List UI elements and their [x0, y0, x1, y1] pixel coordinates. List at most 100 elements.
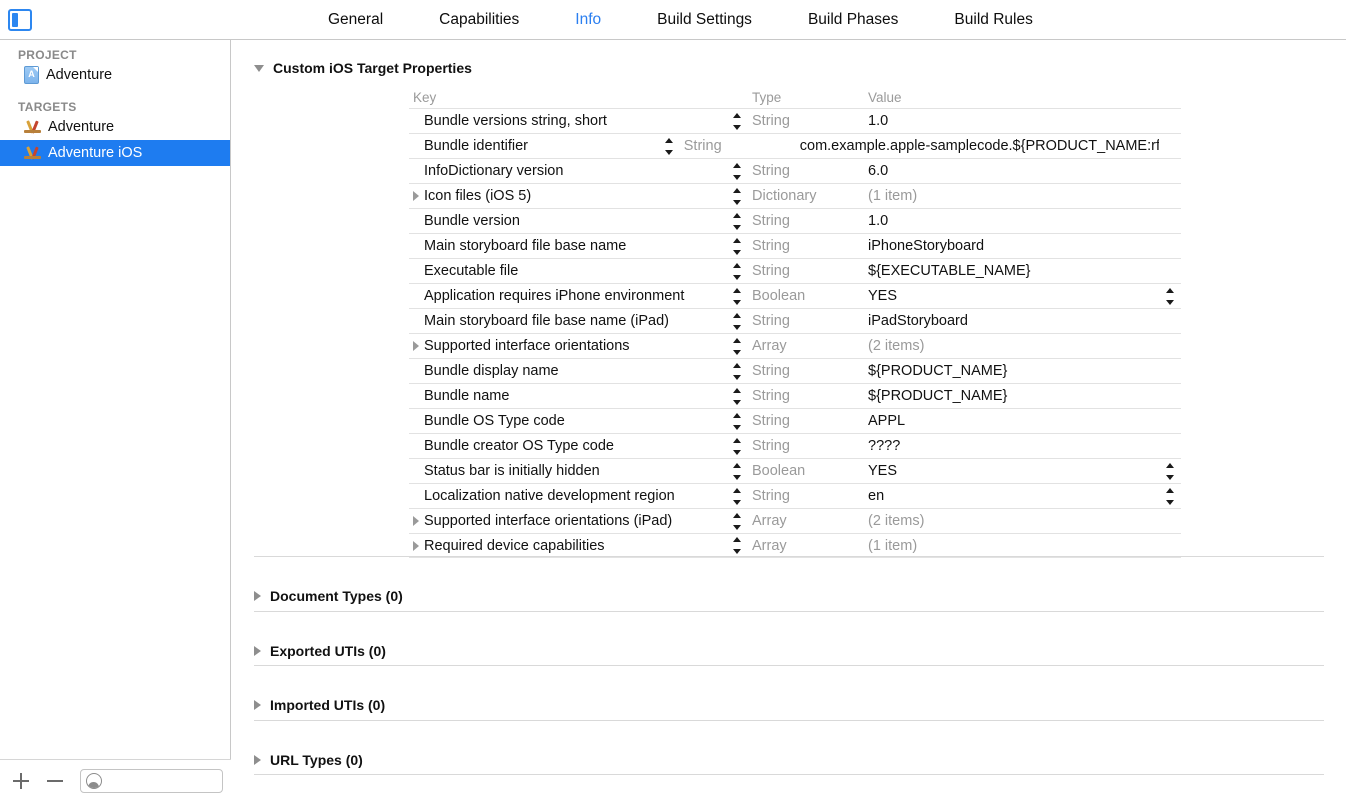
cell-value[interactable]: 6.0 [864, 163, 1159, 179]
table-row[interactable]: Main storyboard file base name (iPad) Str… [409, 308, 1181, 333]
cell-type[interactable]: Array [748, 538, 864, 554]
sidebar-item-project-0[interactable]: Adventure [0, 62, 230, 88]
value-stepper[interactable] [1159, 487, 1181, 505]
cell-value[interactable]: (2 items) [864, 513, 1159, 529]
disclosure-triangle-right-icon[interactable] [254, 645, 261, 656]
table-row[interactable]: Executable file String ${EXECUTABLE_NAME} [409, 258, 1181, 283]
section-document-types-0[interactable]: Document Types (0) [232, 583, 403, 609]
key-stepper[interactable] [726, 362, 748, 380]
table-row[interactable]: Supported interface orientations Array (2 … [409, 333, 1181, 358]
key-stepper[interactable] [726, 287, 748, 305]
disclosure-triangle-right-icon[interactable] [254, 754, 261, 765]
disclosure-triangle-down-icon[interactable] [254, 64, 264, 72]
table-row[interactable]: Application requires iPhone environment B… [409, 283, 1181, 308]
section-exported-utis-0[interactable]: Exported UTIs (0) [232, 638, 386, 664]
tab-general[interactable]: General [300, 0, 411, 40]
section-imported-utis-0[interactable]: Imported UTIs (0) [232, 692, 385, 718]
table-row[interactable]: Bundle version String 1.0 [409, 208, 1181, 233]
table-row[interactable]: Icon files (iOS 5) Dictionary (1 item) [409, 183, 1181, 208]
value-stepper[interactable] [1159, 462, 1181, 480]
cell-type[interactable]: Boolean [748, 288, 864, 304]
cell-value[interactable]: ${PRODUCT_NAME} [864, 363, 1159, 379]
remove-target-button[interactable] [42, 768, 68, 794]
table-row[interactable]: Supported interface orientations (iPad) A… [409, 508, 1181, 533]
key-stepper[interactable] [726, 512, 748, 530]
cell-type[interactable]: String [748, 413, 864, 429]
cell-value[interactable]: (2 items) [864, 338, 1159, 354]
navigator-panel-toggle-icon[interactable] [8, 9, 32, 31]
cell-type[interactable]: Array [748, 338, 864, 354]
disclosure-triangle-right-icon[interactable] [413, 516, 419, 526]
key-stepper[interactable] [726, 162, 748, 180]
filter-input[interactable] [106, 773, 218, 788]
cell-value[interactable]: com.example.apple-samplecode.${PRODUCT_N… [796, 138, 1159, 154]
disclosure-triangle-right-icon[interactable] [413, 341, 419, 351]
table-row[interactable]: Localization native development region St… [409, 483, 1181, 508]
cell-type[interactable]: String [748, 363, 864, 379]
cell-type[interactable]: String [748, 213, 864, 229]
key-stepper[interactable] [726, 187, 748, 205]
cell-value[interactable]: (1 item) [864, 188, 1159, 204]
cell-value[interactable]: YES [864, 463, 1159, 479]
disclosure-triangle-right-icon[interactable] [254, 700, 261, 710]
table-row[interactable]: Main storyboard file base name String iPho… [409, 233, 1181, 258]
cell-value[interactable]: en [864, 488, 1159, 504]
cell-value[interactable]: 1.0 [864, 213, 1159, 229]
key-stepper[interactable] [726, 437, 748, 455]
table-row[interactable]: Bundle creator OS Type code String???? [409, 433, 1181, 458]
add-target-button[interactable] [8, 768, 34, 794]
value-stepper[interactable] [1159, 287, 1181, 305]
cell-type[interactable]: String [748, 438, 864, 454]
cell-value[interactable]: YES [864, 288, 1159, 304]
cell-type[interactable]: String [748, 113, 864, 129]
cell-type[interactable]: String [748, 388, 864, 404]
cell-value[interactable]: ???? [864, 438, 1159, 454]
key-stepper[interactable] [726, 487, 748, 505]
key-stepper[interactable] [726, 262, 748, 280]
section-custom-ios-target-properties[interactable]: Custom iOS Target Properties [232, 55, 472, 81]
key-stepper[interactable] [726, 312, 748, 330]
disclosure-triangle-right-icon[interactable] [254, 591, 261, 601]
cell-value[interactable]: (1 item) [864, 538, 1159, 554]
table-row[interactable]: Bundle display name String ${PRODUCT_NAME} [409, 358, 1181, 383]
tab-build-phases[interactable]: Build Phases [780, 0, 926, 40]
key-stepper[interactable] [726, 412, 748, 430]
key-stepper[interactable] [726, 387, 748, 405]
key-stepper[interactable] [726, 462, 748, 480]
key-stepper[interactable] [658, 137, 680, 155]
cell-value[interactable]: iPhoneStoryboard [864, 238, 1159, 254]
tab-capabilities[interactable]: Capabilities [411, 0, 547, 40]
tab-build-rules[interactable]: Build Rules [926, 0, 1060, 40]
cell-type[interactable]: String [748, 263, 864, 279]
cell-type[interactable]: Boolean [748, 463, 864, 479]
section-url-types-0[interactable]: URL Types (0) [232, 747, 363, 773]
tab-build-settings[interactable]: Build Settings [629, 0, 780, 40]
key-stepper[interactable] [726, 112, 748, 130]
disclosure-triangle-right-icon[interactable] [413, 540, 419, 551]
disclosure-triangle-right-icon[interactable] [413, 191, 419, 201]
sidebar-item-target-1[interactable]: Adventure iOS [0, 140, 230, 166]
cell-type[interactable]: String [680, 138, 796, 154]
cell-type[interactable]: String [748, 488, 864, 504]
cell-type[interactable]: Array [748, 513, 864, 529]
tab-info[interactable]: Info [547, 0, 629, 40]
cell-value[interactable]: APPL [864, 413, 1159, 429]
table-row[interactable]: Bundle name String ${PRODUCT_NAME} [409, 383, 1181, 408]
cell-type[interactable]: String [748, 238, 864, 254]
cell-type[interactable]: String [748, 313, 864, 329]
table-row[interactable]: Bundle versions string, short String 1.0 [409, 108, 1181, 133]
cell-value[interactable]: iPadStoryboard [864, 313, 1159, 329]
cell-value[interactable]: ${EXECUTABLE_NAME} [864, 263, 1159, 279]
key-stepper[interactable] [726, 337, 748, 355]
key-stepper[interactable] [726, 212, 748, 230]
key-stepper[interactable] [726, 537, 748, 554]
cell-value[interactable]: ${PRODUCT_NAME} [864, 388, 1159, 404]
table-row[interactable]: Bundle identifier String com.example.apple… [409, 133, 1181, 158]
filter-field[interactable] [80, 768, 223, 793]
table-row[interactable]: Bundle OS Type code String APPL [409, 408, 1181, 433]
table-row[interactable]: Status bar is initially hidden Boolean YES [409, 458, 1181, 483]
table-row[interactable]: InfoDictionary version String 6.0 [409, 158, 1181, 183]
table-row[interactable]: Required device capabilities Array (1 item… [409, 533, 1181, 558]
sidebar-item-target-0[interactable]: Adventure [0, 114, 230, 140]
cell-type[interactable]: Dictionary [748, 188, 864, 204]
